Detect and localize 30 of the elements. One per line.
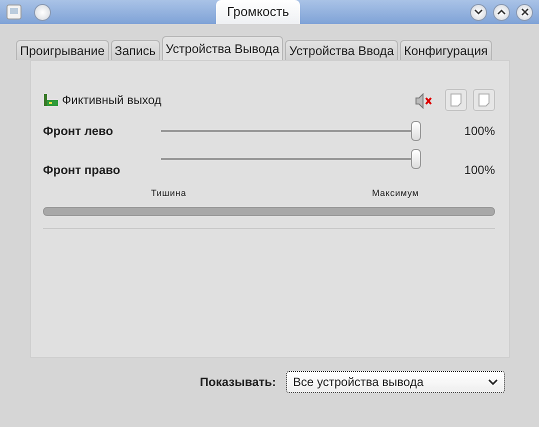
- page-button[interactable]: [445, 89, 467, 111]
- app-icon[interactable]: [6, 4, 22, 20]
- show-label: Показывать:: [200, 374, 276, 391]
- window-title: Громкость: [216, 0, 300, 24]
- chevron-down-icon: [474, 9, 483, 15]
- volume-reading: 100%: [464, 162, 495, 179]
- mute-toggle[interactable]: [415, 91, 433, 109]
- show-dropdown[interactable]: Все устройства вывода: [286, 371, 505, 393]
- device-name: Фиктивный выход: [62, 92, 162, 109]
- channel-label: Фронт право: [43, 163, 120, 177]
- sound-card-icon: [43, 93, 59, 107]
- tab[interactable]: Устройства Вывода: [162, 36, 284, 60]
- close-button[interactable]: [516, 4, 533, 20]
- caret-icon: [488, 378, 498, 386]
- close-icon: [520, 8, 528, 16]
- maximize-button[interactable]: [493, 4, 510, 20]
- page-icon: [450, 93, 462, 107]
- tab[interactable]: Проигрывание: [16, 40, 109, 60]
- chevron-up-icon: [497, 9, 506, 15]
- minimize-button[interactable]: [470, 4, 487, 20]
- page-button[interactable]: [473, 89, 495, 111]
- scale-min-label: Тишина: [151, 187, 186, 200]
- volume-reading: 100%: [464, 123, 495, 140]
- tab[interactable]: Устройства Ввода: [285, 40, 398, 60]
- tab[interactable]: Запись: [110, 40, 160, 60]
- menu-button[interactable]: [34, 4, 51, 20]
- channel-label: Фронт лево: [43, 123, 114, 140]
- page-icon: [478, 93, 490, 107]
- tab[interactable]: Конфигурация: [400, 40, 492, 60]
- scale-max-label: Максимум: [372, 187, 419, 200]
